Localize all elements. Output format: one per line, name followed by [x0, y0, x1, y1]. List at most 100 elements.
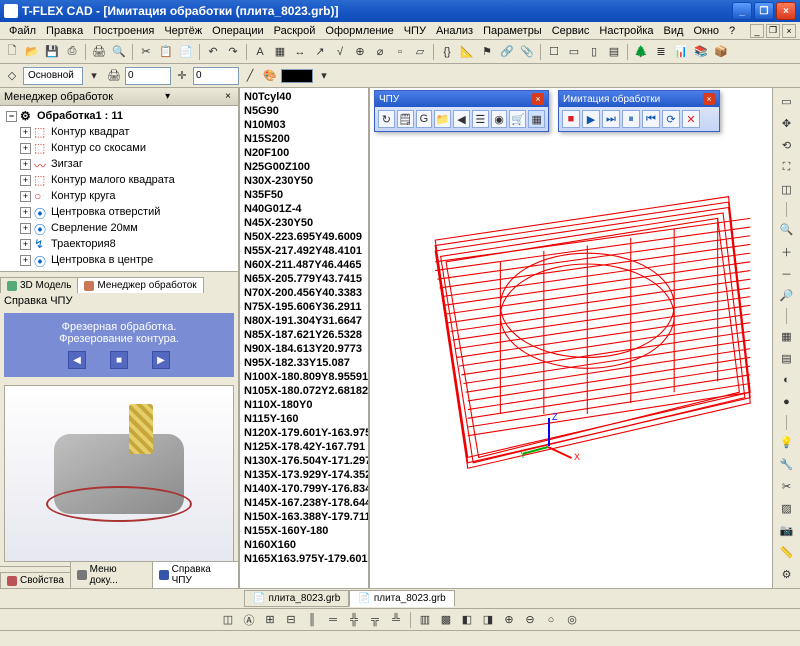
btb-3[interactable]: ⊞ [261, 611, 279, 629]
layer-icon[interactable]: ◇ [3, 67, 21, 85]
btb-7[interactable]: ╬ [345, 611, 363, 629]
menu-service[interactable]: Сервис [547, 25, 595, 37]
render-icon[interactable]: ● [777, 393, 797, 412]
menu-nesting[interactable]: Раскрой [269, 25, 321, 37]
tree-item-5[interactable]: Центровка отверстий [51, 206, 160, 218]
rotate-icon[interactable]: ⟲ [777, 136, 797, 155]
tree-root[interactable]: Обработка1 : 11 [37, 110, 123, 122]
tree-item-7[interactable]: Траектория8 [51, 238, 116, 250]
btb-16[interactable]: ○ [542, 611, 560, 629]
measure-icon[interactable]: 📐 [458, 43, 476, 61]
ruler-icon[interactable]: 📏 [777, 543, 797, 562]
tab-cnc-help[interactable]: Справка ЧПУ [152, 561, 239, 588]
light-icon[interactable]: 💡 [777, 433, 797, 452]
window-maximize-button[interactable]: ❐ [754, 2, 774, 20]
select-icon[interactable]: ▭ [777, 92, 797, 111]
gcode-list[interactable]: N0Tcyl40 N5G90 N10M03 N15S200 N20F100 N2… [240, 88, 370, 588]
tree-expand-icon[interactable]: + [20, 207, 31, 218]
input-1[interactable]: 0 [125, 67, 171, 85]
menu-drawing[interactable]: Чертёж [159, 25, 207, 37]
btb-10[interactable]: ▥ [416, 611, 434, 629]
manager-close-icon[interactable]: × [222, 91, 234, 102]
dropdown-icon[interactable]: ▾ [315, 67, 333, 85]
tree-item-1[interactable]: Контур со скосами [51, 142, 146, 154]
save-icon[interactable]: 💾 [43, 43, 61, 61]
tree-expand-icon[interactable]: + [20, 175, 31, 186]
camera-icon[interactable]: 📷 [777, 521, 797, 540]
params-icon[interactable]: {} [438, 43, 456, 61]
open-icon[interactable]: 📂 [23, 43, 41, 61]
tree-item-6[interactable]: Сверление 20мм [51, 222, 138, 234]
menu-params[interactable]: Параметры [478, 25, 547, 37]
zoomout-icon[interactable]: － [777, 264, 797, 283]
tree-item-3[interactable]: Контур малого квадрата [51, 174, 175, 186]
menu-settings[interactable]: Настройка [594, 25, 658, 37]
props-icon[interactable]: 📊 [672, 43, 690, 61]
window-icon[interactable]: ☐ [545, 43, 563, 61]
help-prev-button[interactable]: ◀ [68, 351, 86, 369]
arrow-icon[interactable]: ↗ [311, 43, 329, 61]
print-icon[interactable]: 🖨 [90, 43, 108, 61]
viewport1-icon[interactable]: ▭ [565, 43, 583, 61]
cfg-icon[interactable]: ⚙ [777, 565, 797, 584]
tree-expand-icon[interactable]: + [20, 143, 31, 154]
pan-icon[interactable]: ✥ [777, 114, 797, 133]
file-tab-2[interactable]: 📄плита_8023.grb [349, 590, 454, 607]
line-icon[interactable]: ╱ [241, 67, 259, 85]
menu-view[interactable]: Вид [659, 25, 689, 37]
tree-icon[interactable]: 🌲 [632, 43, 650, 61]
tab-manager[interactable]: Менеджер обработок [77, 277, 203, 293]
operations-tree[interactable]: −⚙Обработка1 : 11 +⬚Контур квадрат +⬚Кон… [0, 106, 238, 271]
tree-item-0[interactable]: Контур квадрат [51, 126, 129, 138]
snap-icon[interactable]: ✛ [173, 67, 191, 85]
tab-3d-model[interactable]: 3D Модель [0, 277, 78, 293]
layer-select[interactable]: Основной [23, 67, 83, 85]
undo-icon[interactable]: ↶ [204, 43, 222, 61]
redo-icon[interactable]: ↷ [224, 43, 242, 61]
window-close-button[interactable]: × [776, 2, 796, 20]
btb-2[interactable]: Ⓐ [240, 611, 258, 629]
flag-icon[interactable]: ⚑ [478, 43, 496, 61]
btb-17[interactable]: ◎ [563, 611, 581, 629]
menu-window[interactable]: Окно [688, 25, 724, 37]
shaded-icon[interactable]: ◐ [777, 371, 797, 390]
btb-13[interactable]: ◨ [479, 611, 497, 629]
layers-icon[interactable]: ≣ [652, 43, 670, 61]
layer2-icon[interactable]: ▾ [85, 67, 103, 85]
menu-analysis[interactable]: Анализ [431, 25, 478, 37]
help-home-button[interactable]: ■ [110, 351, 128, 369]
tree-item-8[interactable]: Центровка в центре [51, 254, 153, 266]
new-icon[interactable]: 🗋 [3, 43, 21, 61]
btb-12[interactable]: ◧ [458, 611, 476, 629]
menu-construct[interactable]: Построения [88, 25, 159, 37]
btb-5[interactable]: ║ [303, 611, 321, 629]
mdi-close-button[interactable]: × [782, 24, 796, 38]
mdi-minimize-button[interactable]: _ [750, 24, 764, 38]
btb-8[interactable]: ╦ [366, 611, 384, 629]
tree-expand-icon[interactable]: + [20, 239, 31, 250]
section2-icon[interactable]: ▨ [777, 499, 797, 518]
help-next-button[interactable]: ▶ [152, 351, 170, 369]
manager-pin-icon[interactable]: ▾ [162, 91, 173, 102]
section-icon[interactable]: ⌀ [371, 43, 389, 61]
3d-viewport[interactable]: ЧПУ× ↻ 🗒 G 📁 ◀ ☰ ◉ 🛒 ▦ Имитация обработк… [370, 88, 772, 588]
btb-6[interactable]: ═ [324, 611, 342, 629]
menu-cnc[interactable]: ЧПУ [399, 25, 431, 37]
tree-item-4[interactable]: Контур круга [51, 190, 116, 202]
clip-icon[interactable]: ✂ [777, 477, 797, 496]
hiddenline-icon[interactable]: ▤ [777, 349, 797, 368]
color-swatch[interactable] [281, 69, 313, 83]
zoomin-icon[interactable]: ＋ [777, 242, 797, 261]
btb-4[interactable]: ⊟ [282, 611, 300, 629]
menu-operations[interactable]: Операции [207, 25, 268, 37]
btb-1[interactable]: ◫ [219, 611, 237, 629]
input-2[interactable]: 0 [193, 67, 239, 85]
btb-15[interactable]: ⊖ [521, 611, 539, 629]
text-icon[interactable]: A [251, 43, 269, 61]
tree-item-2[interactable]: Зигзаг [51, 158, 83, 170]
link-icon[interactable]: 🔗 [498, 43, 516, 61]
cut-icon[interactable]: ✂ [137, 43, 155, 61]
moretools-icon[interactable]: ▫ [391, 43, 409, 61]
fragment-icon[interactable]: ▱ [411, 43, 429, 61]
btb-14[interactable]: ⊕ [500, 611, 518, 629]
